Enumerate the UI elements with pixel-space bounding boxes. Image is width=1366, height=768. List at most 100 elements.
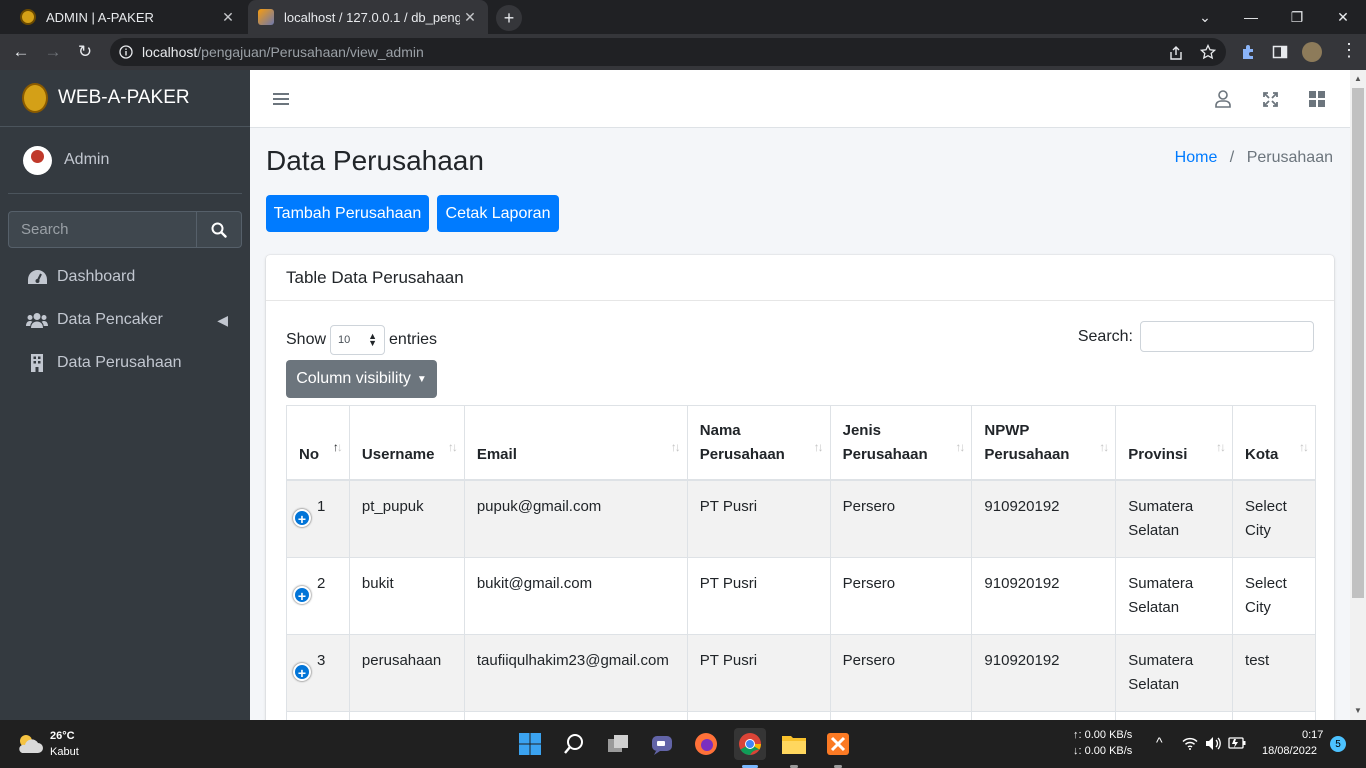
breadcrumb: Home / Perusahaan <box>1175 149 1333 167</box>
cell-nama-perusahaan: PT Pusri <box>686 479 831 558</box>
user-panel[interactable]: Admin <box>8 127 242 194</box>
clock-date: 18/08/2022 <box>1262 745 1318 757</box>
add-company-button[interactable]: Tambah Perusahaan <box>266 195 429 232</box>
expand-row-icon[interactable]: + <box>293 508 311 527</box>
cloudy-weather-icon <box>19 735 43 753</box>
cell-provinsi: Sumatera Selatan <box>1115 556 1234 635</box>
file-explorer-icon[interactable] <box>778 728 810 760</box>
sidebar-item-data-pencaker[interactable]: Data Pencaker ◀ <box>8 300 242 340</box>
reload-button[interactable]: ↻ <box>70 34 100 70</box>
cell-jenis-perusahaan: Persero <box>829 633 973 712</box>
column-header-username[interactable]: Username ↑↓ <box>348 405 465 481</box>
weather-condition: Kabut <box>50 746 79 758</box>
sidebar-search <box>8 211 242 248</box>
sidebar-item-dashboard[interactable]: Dashboard <box>8 257 242 297</box>
expand-row-icon[interactable]: + <box>293 585 311 604</box>
weather-widget[interactable]: 26°C Kabut <box>16 728 79 760</box>
cell-npwp: 910920192 <box>971 556 1117 635</box>
column-visibility-button[interactable]: Column visibility ▼ <box>286 360 437 398</box>
cell-no[interactable]: +1 <box>286 479 350 558</box>
firefox-icon[interactable] <box>690 728 722 760</box>
building-icon <box>26 354 48 372</box>
sidebar-search-input[interactable] <box>8 211 197 248</box>
chevron-up-icon[interactable]: ^ <box>1156 734 1163 750</box>
chrome-menu-icon[interactable]: ⋮ <box>1340 40 1358 61</box>
table-search-input[interactable] <box>1140 321 1314 352</box>
share-icon[interactable] <box>1168 45 1184 61</box>
site-info-icon[interactable] <box>119 45 133 59</box>
cell-username: pt_pupuk <box>348 479 465 558</box>
fullscreen-expand-icon[interactable] <box>1260 89 1280 109</box>
column-header-no[interactable]: No ↑↓ <box>286 405 350 481</box>
column-header-kota[interactable]: Kota ↑↓ <box>1232 405 1316 481</box>
scrollbar-thumb[interactable] <box>1352 88 1364 598</box>
cell-nama-perusahaan: PT Pusri <box>686 633 831 712</box>
forward-button[interactable]: → <box>38 34 68 70</box>
close-tab-icon[interactable]: ✕ <box>460 9 480 26</box>
extensions-icon[interactable] <box>1240 44 1256 60</box>
sidebar-item-label: Data Pencaker <box>57 311 163 328</box>
top-navbar <box>250 70 1350 128</box>
wifi-icon[interactable] <box>1182 737 1198 750</box>
chrome-icon[interactable] <box>734 728 766 760</box>
new-tab-button[interactable]: + <box>496 5 522 31</box>
column-visibility-label: Column visibility <box>296 370 411 387</box>
minimize-button[interactable]: — <box>1228 0 1274 34</box>
column-header-jenis-perusahaan[interactable]: Jenis Perusahaan ↑↓ <box>829 405 973 481</box>
side-panel-icon[interactable] <box>1272 44 1288 60</box>
brand-link[interactable]: WEB-A-PAKER <box>0 70 250 127</box>
close-window-button[interactable]: ✕ <box>1320 0 1366 34</box>
table-row: +1 pt_pupuk pupuk@gmail.com PT Pusri Per… <box>286 479 1316 558</box>
column-header-npwp-perusahaan[interactable]: NPWP Perusahaan ↑↓ <box>971 405 1117 481</box>
sort-icon: ↑↓ <box>447 439 458 454</box>
restore-button[interactable]: ❐ <box>1274 0 1320 34</box>
cell-no[interactable]: +2 <box>286 556 350 635</box>
scroll-up-arrow-icon[interactable]: ▲ <box>1354 74 1362 83</box>
tab-title: ADMIN | A-PAKER <box>46 9 154 25</box>
cell-nama-perusahaan: PT Pusri <box>686 556 831 635</box>
back-button[interactable]: ← <box>6 34 36 70</box>
cell-email: bukit@gmail.com <box>463 556 688 635</box>
sidebar-search-button[interactable] <box>197 211 242 248</box>
breadcrumb-current: Perusahaan <box>1246 149 1333 166</box>
print-report-button[interactable]: Cetak Laporan <box>437 195 559 232</box>
a-paker-favicon-icon <box>20 9 36 25</box>
search-icon[interactable] <box>558 728 590 760</box>
sort-icon: ↑↓ <box>670 439 681 454</box>
bookmark-star-icon[interactable] <box>1200 44 1216 60</box>
scroll-down-arrow-icon[interactable]: ▼ <box>1354 706 1362 715</box>
table-search: Search: <box>1078 321 1314 352</box>
cell-jenis-perusahaan: Persero <box>829 479 973 558</box>
table-row: +3 perusahaan taufiiqulhakim23@gmail.com… <box>286 633 1316 712</box>
battery-icon[interactable] <box>1228 737 1246 749</box>
page-scrollbar[interactable]: ▲ ▼ <box>1350 70 1366 720</box>
breadcrumb-home-link[interactable]: Home <box>1175 149 1218 166</box>
close-tab-icon[interactable]: ✕ <box>218 9 238 26</box>
address-bar[interactable]: localhost/pengajuan/Perusahaan/view_admi… <box>110 38 1226 66</box>
notification-badge[interactable]: 5 <box>1330 736 1346 752</box>
expand-row-icon[interactable]: + <box>293 662 311 681</box>
column-header-provinsi[interactable]: Provinsi ↑↓ <box>1115 405 1234 481</box>
xampp-icon[interactable] <box>822 728 854 760</box>
temperature: 26°C <box>50 730 75 742</box>
user-icon[interactable] <box>1213 89 1233 109</box>
sort-icon: ↑↓ <box>955 439 965 454</box>
column-header-email[interactable]: Email ↑↓ <box>463 405 688 481</box>
entries-select[interactable]: 10 ▲ ▼ <box>330 325 386 355</box>
windows-start-icon[interactable] <box>514 728 546 760</box>
clock-time: 0:17 <box>1302 729 1324 741</box>
tab-search-icon[interactable]: ⌄ <box>1182 0 1228 34</box>
chevron-left-icon: ◀ <box>217 311 228 328</box>
volume-icon[interactable] <box>1205 736 1221 751</box>
column-header-nama-perusahaan[interactable]: Nama Perusahaan ↑↓ <box>686 405 831 481</box>
control-sidebar-grid-icon[interactable] <box>1307 89 1327 109</box>
profile-avatar[interactable] <box>1302 42 1322 62</box>
cell-no[interactable]: +3 <box>286 633 350 712</box>
browser-tab-admin[interactable]: ADMIN | A-PAKER ✕ <box>8 0 246 34</box>
teams-chat-icon[interactable] <box>646 728 678 760</box>
sidebar-item-data-perusahaan[interactable]: Data Perusahaan <box>8 343 242 383</box>
browser-tab-phpmyadmin[interactable]: localhost / 127.0.0.1 / db_pengajuan ✕ <box>248 0 488 34</box>
avatar <box>23 145 52 175</box>
hamburger-menu-icon[interactable] <box>271 89 291 109</box>
task-view-icon[interactable] <box>602 728 634 760</box>
